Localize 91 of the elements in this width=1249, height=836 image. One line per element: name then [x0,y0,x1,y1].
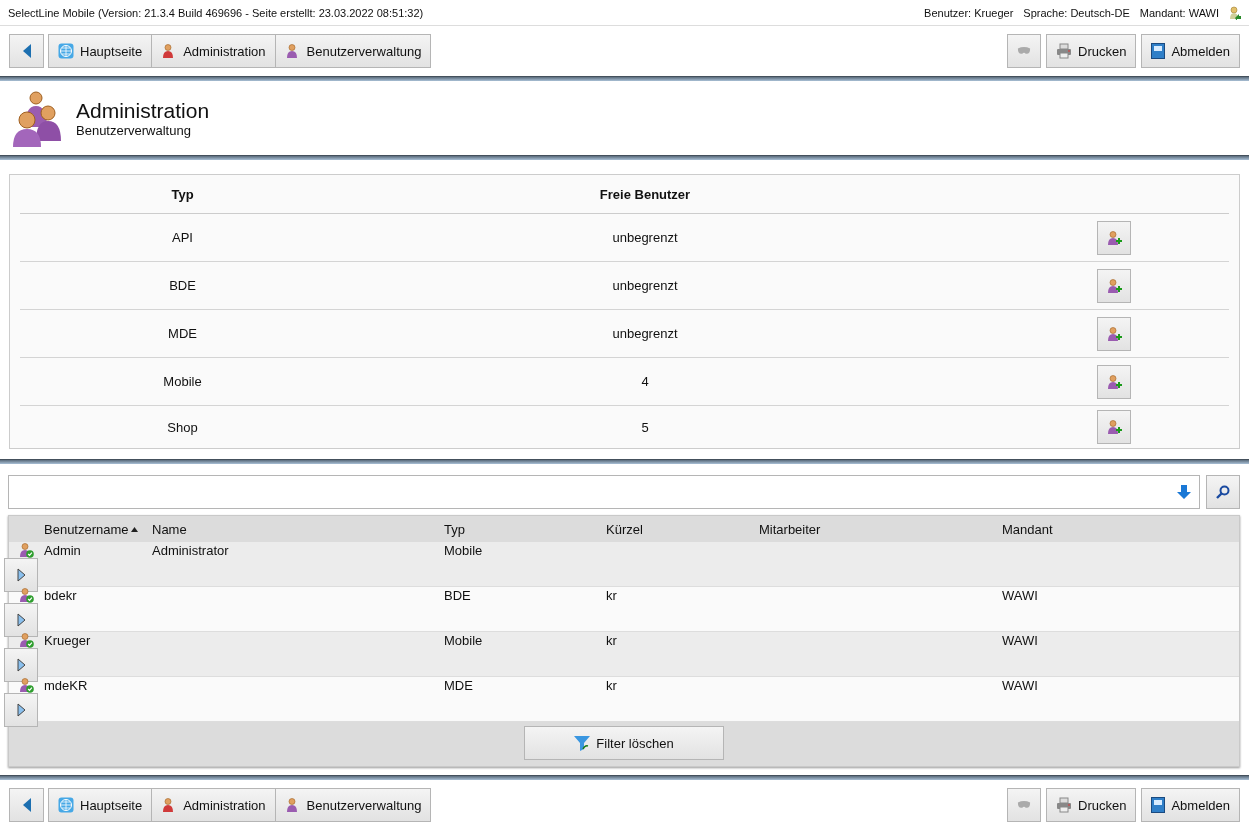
breadcrumb-button[interactable]: Administration [151,34,276,68]
user-text: Benutzer: Krueger [924,6,1014,19]
table-cell-text: WAWI [1002,632,1039,648]
add-user-icon [1106,325,1122,342]
add-user-button[interactable] [1097,316,1131,351]
table-cell-text: Administrator [152,542,230,558]
printer-icon [1056,797,1073,813]
table-cell-text: MDE [167,326,198,341]
play-icon [16,613,26,627]
table-cell-text: unbegrenzt [611,326,679,341]
logout-button[interactable]: Abmelden [1141,34,1240,68]
app-version-text: SelectLine Mobile (Version: 21.3.4 Build 469696 - Seite erstellt: 23.03.2022 08:51:32) [8,6,424,19]
globe-icon [58,43,74,59]
table-cell-text: kr [606,677,618,693]
back-button[interactable] [9,34,44,68]
print-button[interactable]: Drucken [1046,34,1137,68]
language-text: Sprache: Deutsch-DE [1023,6,1130,19]
play-icon [16,703,26,717]
back-button[interactable] [9,788,44,822]
add-user-button[interactable] [1097,410,1131,444]
open-button[interactable] [4,648,38,682]
mask-icon [1017,800,1032,810]
search-field[interactable] [8,475,1200,509]
sort-ascending-icon [130,526,138,532]
client-status-icon [1229,5,1241,20]
search-icon [1216,485,1230,499]
table-cell-text: kr [606,587,618,603]
mask-button[interactable] [1007,788,1042,822]
column-header: Freie Benutzer [598,186,692,202]
door-icon [1151,43,1166,59]
column-header: Typ [170,186,195,202]
table-cell-text: unbegrenzt [611,230,679,245]
page-title: Administration [76,98,210,123]
table-cell-text: Shop [166,419,199,435]
table-cell-text: 5 [640,419,650,435]
add-user-button[interactable] [1097,364,1131,399]
open-button[interactable] [4,693,38,727]
print-button[interactable]: Drucken [1046,788,1137,822]
table-cell-text: WAWI [1002,587,1039,603]
play-icon [16,568,26,582]
add-user-icon [1106,277,1122,294]
table-cell-text: kr [606,632,618,648]
column-header[interactable]: Kürzel [606,521,643,537]
table-cell-text: unbegrenzt [611,278,679,293]
breadcrumb-button[interactable]: Administration [151,788,276,822]
breadcrumb-button[interactable]: Benutzerverwaltung [274,788,432,822]
column-header[interactable]: Mitarbeiter [759,521,821,537]
table-cell-text: 4 [640,374,650,389]
table-cell-text: Mobile [444,632,484,648]
add-user-icon [1106,419,1122,435]
filter-icon [574,735,591,751]
column-header[interactable]: Benutzername [44,521,129,537]
add-user-icon [1106,229,1122,246]
mask-icon [1017,46,1032,56]
active-user-icon [18,542,34,558]
table-cell-text: Admin [44,542,82,558]
back-icon [22,44,31,58]
logout-button[interactable]: Abmelden [1141,788,1240,822]
table-cell-text: Krueger [44,632,92,648]
table-cell-text: Mobile [162,374,203,389]
printer-icon [1056,43,1073,59]
column-header[interactable]: Name [152,521,187,537]
search-button[interactable] [1206,475,1240,509]
table-cell-text: BDE [444,587,472,603]
table-cell-text: MDE [444,677,474,693]
door-icon [1151,797,1166,813]
back-icon [22,798,31,812]
globe-icon [58,797,74,813]
add-user-icon [1106,373,1122,390]
active-user-icon [18,632,34,648]
table-cell-text: WAWI [1002,677,1039,693]
client-text: Mandant: WAWI [1139,6,1219,19]
open-button[interactable] [4,603,38,637]
page-subtitle: Benutzerverwaltung [76,122,192,138]
table-cell-text: bdekr [44,587,78,603]
breadcrumb-button[interactable]: Hauptseite [48,788,153,822]
play-icon [16,658,26,672]
clear-filter-button[interactable]: Filter löschen [524,726,724,760]
arrow-down-icon [1177,485,1191,499]
table-cell-text: BDE [168,278,197,293]
table-cell-text: Mobile [444,542,484,558]
open-button[interactable] [4,558,38,592]
add-user-button[interactable] [1097,268,1131,303]
breadcrumb-button[interactable]: Hauptseite [48,34,153,68]
add-user-button[interactable] [1097,220,1131,255]
mask-button[interactable] [1007,34,1042,68]
breadcrumb-button[interactable]: Benutzerverwaltung [274,34,432,68]
table-cell-text: mdeKR [44,677,89,693]
table-cell-text: API [171,230,194,245]
column-header[interactable]: Mandant [1002,521,1053,537]
column-header[interactable]: Typ [444,521,465,537]
